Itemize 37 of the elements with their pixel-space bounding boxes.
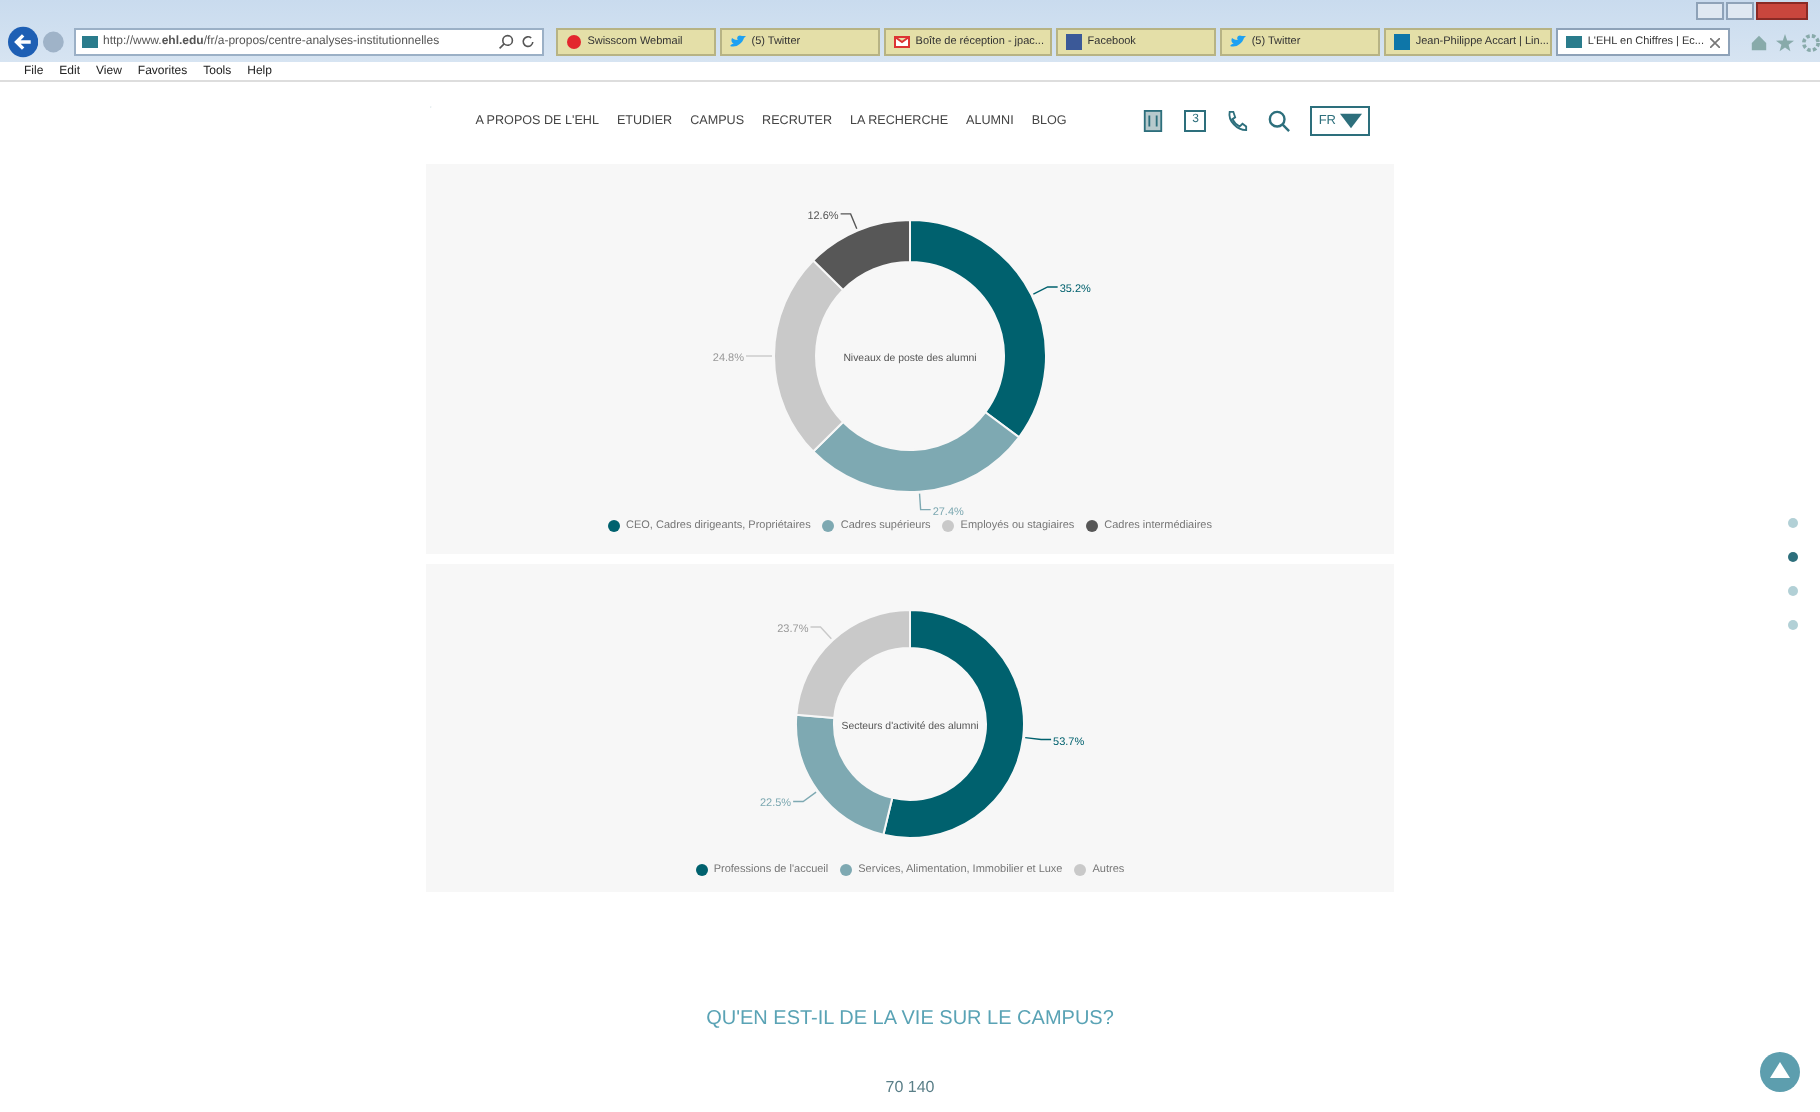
- section-dot[interactable]: [1788, 620, 1798, 630]
- forward-icon[interactable]: [42, 30, 65, 54]
- site-icon: [1065, 34, 1082, 50]
- leader-line: [792, 791, 817, 803]
- back-icon[interactable]: [8, 26, 39, 58]
- search-icon[interactable]: [497, 34, 514, 50]
- phone-icon[interactable]: [1226, 109, 1249, 131]
- scroll-top-button[interactable]: [1760, 1052, 1800, 1092]
- section-heading: QU'EN EST-IL DE LA VIE SUR LE CAMPUS?: [706, 1008, 1114, 1030]
- bird-icon: [729, 34, 746, 50]
- site-icon: [1565, 34, 1582, 50]
- settings-icon[interactable]: [1802, 33, 1820, 51]
- site-icon: [1393, 34, 1410, 50]
- leader-line: [839, 213, 858, 230]
- star-icon[interactable]: [1776, 33, 1794, 51]
- home-icon[interactable]: [1750, 33, 1768, 51]
- search-icon[interactable]: [1268, 109, 1291, 131]
- envelope-icon: [893, 34, 910, 50]
- maximize-icon[interactable]: [1726, 2, 1754, 20]
- site-icon: [565, 34, 582, 50]
- minimize-icon[interactable]: [1696, 2, 1724, 20]
- stat-number: 70 140: [885, 1078, 935, 1096]
- caret-icon: [1340, 109, 1362, 131]
- leader-line: [745, 355, 773, 357]
- site-icon: [81, 36, 97, 48]
- leader-line: [1024, 736, 1052, 741]
- leader-line: [1032, 286, 1059, 295]
- leader-line: [918, 492, 932, 511]
- section-dot[interactable]: [1788, 552, 1798, 562]
- section-dot[interactable]: [1788, 518, 1798, 528]
- leader-line: [809, 626, 833, 640]
- building-icon[interactable]: [1142, 109, 1165, 131]
- refresh-icon[interactable]: [519, 34, 536, 50]
- section-dot[interactable]: [1788, 586, 1798, 596]
- close-icon[interactable]: [1756, 2, 1808, 20]
- close-tab-icon[interactable]: [1710, 37, 1720, 47]
- bird-icon: [1229, 34, 1246, 50]
